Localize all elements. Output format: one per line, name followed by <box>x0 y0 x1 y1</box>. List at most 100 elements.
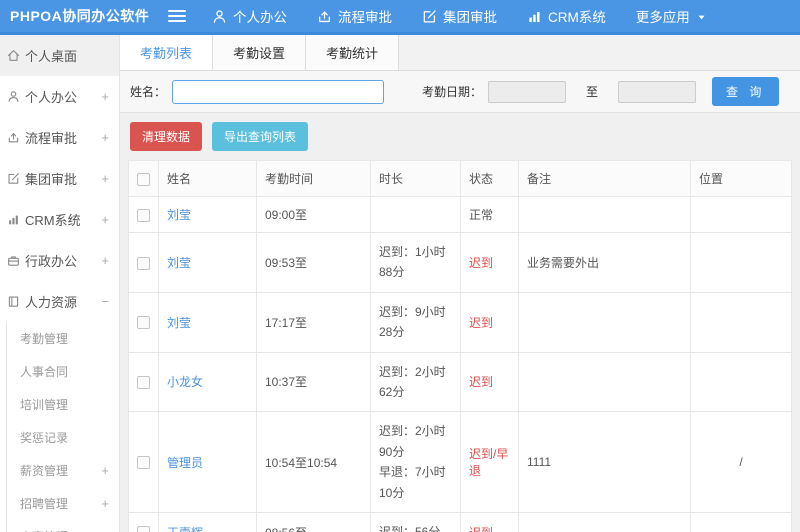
sidebar-item[interactable]: 行政办公 + <box>0 240 119 281</box>
topbar-nav: 个人办公 流程审批 集团审批 CRM系统 更多应用 <box>212 6 707 26</box>
time-cell: 08:56至 <box>256 511 371 532</box>
sidebar-sub-item-label: 考勤管理 <box>20 332 69 346</box>
tab-0[interactable]: 考勤列表 <box>120 35 214 70</box>
row-checkbox[interactable] <box>137 376 150 390</box>
date-to-input[interactable] <box>618 80 697 103</box>
menu-toggle-icon[interactable] <box>168 10 186 22</box>
expand-toggle-icon[interactable]: − <box>101 294 109 309</box>
sidebar-sub-item-label: 招聘管理 <box>20 497 69 511</box>
sidebar-item-label: 流程审批 <box>25 131 78 146</box>
duration-line: 迟到：2小时90分 <box>379 424 446 459</box>
topbar-nav-item[interactable]: 更多应用 <box>636 6 707 26</box>
sidebar-item-label: CRM系统 <box>25 213 81 228</box>
sidebar-sub-item[interactable]: 培训管理 <box>7 388 119 421</box>
expand-toggle-icon[interactable]: + <box>101 171 109 186</box>
filter-bar: 姓名： 考勤日期： 至 查 询 <box>120 71 800 113</box>
search-button[interactable]: 查 询 <box>712 77 780 106</box>
sidebar-item[interactable]: CRM系统 + <box>0 199 119 240</box>
sidebar-sub-item[interactable]: 招聘管理 + <box>7 487 119 520</box>
employee-name-link[interactable]: 王壹辉 <box>167 526 203 532</box>
status-badge: 迟到 <box>469 315 494 330</box>
sidebar-item[interactable]: 个人办公 + <box>0 76 119 117</box>
duration-line: 迟到：1小时88分 <box>379 245 446 280</box>
topbar-nav-label: 个人办公 <box>233 10 287 25</box>
sidebar-sub-item-label: 人事管理 <box>20 528 97 532</box>
sidebar-item-label: 行政办公 <box>25 254 78 269</box>
row-checkbox[interactable] <box>137 316 150 330</box>
topbar-nav-item[interactable]: CRM系统 <box>527 6 606 26</box>
remark-cell <box>518 511 691 532</box>
duration-cell <box>370 196 461 233</box>
sidebar-sub-item[interactable]: 人事管理+ <box>7 520 119 532</box>
name-cell: 刘莹 <box>158 291 257 353</box>
remark-cell: 业务需要外出 <box>518 232 691 293</box>
status-cell: 正常 <box>460 196 519 233</box>
sidebar-sub-item-label: 培训管理 <box>20 398 69 412</box>
sidebar-item-label: 人力资源 <box>25 295 78 310</box>
time-cell: 10:37至 <box>256 351 371 413</box>
home-icon <box>7 49 20 62</box>
status-cell: 迟到 <box>460 291 519 353</box>
tab-1[interactable]: 考勤设置 <box>213 35 307 70</box>
sidebar-sub-item[interactable]: 考勤管理 <box>7 322 119 355</box>
expand-toggle-icon[interactable]: + <box>101 463 109 478</box>
name-cell: 刘莹 <box>158 232 257 293</box>
employee-name-link[interactable]: 小龙女 <box>167 375 203 389</box>
employee-name-link[interactable]: 刘莹 <box>167 316 191 330</box>
caret-down-icon <box>696 10 707 23</box>
sidebar-item[interactable]: 个人桌面 <box>0 35 119 76</box>
location-cell <box>690 232 792 293</box>
tabs-bar: 考勤列表 考勤设置 考勤统计 <box>120 35 800 71</box>
remark-cell <box>518 351 691 413</box>
sidebar-sub-item[interactable]: 薪资管理 + <box>7 454 119 487</box>
sidebar-item[interactable]: 集团审批 + <box>0 158 119 199</box>
employee-name-link[interactable]: 管理员 <box>167 456 203 470</box>
expand-toggle-icon[interactable]: + <box>101 253 109 268</box>
row-checkbox[interactable] <box>137 526 150 532</box>
row-checkbox-cell <box>128 291 159 353</box>
sidebar-sub-item[interactable]: 奖惩记录 <box>7 421 119 454</box>
row-checkbox-cell <box>128 411 159 513</box>
topbar-nav-item[interactable]: 流程审批 <box>317 6 392 26</box>
attendance-table-body: 刘莹 09:00至 正常 刘莹 09:53至 迟到：1小时88分 迟到 业务需要外出 刘莹 17:… <box>128 196 792 532</box>
time-cell: 09:53至 <box>256 232 371 293</box>
tab-2[interactable]: 考勤统计 <box>306 35 400 70</box>
export-list-button[interactable]: 导出查询列表 <box>212 122 309 151</box>
briefcase-icon <box>7 254 20 267</box>
book-icon <box>7 295 20 308</box>
topbar-nav-item[interactable]: 个人办公 <box>212 6 287 26</box>
name-input[interactable] <box>172 79 385 104</box>
time-cell: 17:17至 <box>256 291 371 353</box>
flow-icon <box>7 131 20 144</box>
sidebar-sub-item[interactable]: 人事合同 <box>7 355 119 388</box>
expand-toggle-icon[interactable]: + <box>101 496 109 511</box>
location-cell <box>690 351 792 413</box>
sidebar-item[interactable]: 流程审批 + <box>0 117 119 158</box>
duration-cell: 迟到：9小时28分 <box>370 291 461 353</box>
location-cell <box>690 291 792 353</box>
select-all-checkbox[interactable] <box>137 172 150 186</box>
row-checkbox-cell <box>128 351 159 413</box>
date-from-input[interactable] <box>488 80 567 103</box>
name-cell: 小龙女 <box>158 351 257 413</box>
employee-name-link[interactable]: 刘莹 <box>167 256 191 270</box>
remark-cell <box>518 196 691 233</box>
row-checkbox[interactable] <box>137 208 150 222</box>
row-checkbox-cell <box>128 511 159 532</box>
remark-cell: 1111 <box>518 411 691 513</box>
expand-toggle-icon[interactable]: + <box>101 130 109 145</box>
sidebar-item[interactable]: 人力资源 − <box>0 281 119 322</box>
employee-name-link[interactable]: 刘莹 <box>167 208 191 222</box>
table-row: 小龙女 10:37至 迟到：2小时62分 迟到 <box>128 351 792 413</box>
row-checkbox[interactable] <box>137 256 150 270</box>
time-cell: 10:54至10:54 <box>256 411 371 513</box>
column-header: 时长 <box>370 160 461 197</box>
clear-data-button[interactable]: 清理数据 <box>130 122 203 151</box>
row-checkbox[interactable] <box>137 456 150 470</box>
location-cell <box>690 511 792 532</box>
expand-toggle-icon[interactable]: + <box>101 89 109 104</box>
sidebar-sub-list: 考勤管理人事合同培训管理奖惩记录薪资管理+招聘管理+人事管理+基础类别设置+ <box>6 322 119 532</box>
topbar-nav-item[interactable]: 集团审批 <box>422 6 497 26</box>
date-to-label: 至 <box>586 85 599 99</box>
expand-toggle-icon[interactable]: + <box>101 212 109 227</box>
